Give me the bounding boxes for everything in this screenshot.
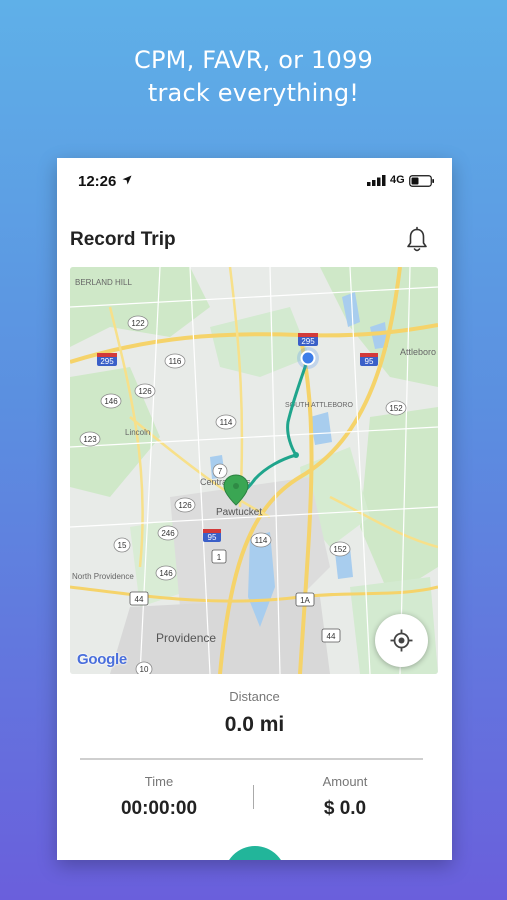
svg-text:295: 295 [301,337,315,346]
amount-label: Amount [322,774,368,789]
time-label: Time [144,774,174,789]
network-type: 4G [390,174,405,186]
svg-text:7: 7 [218,467,223,476]
svg-text:95: 95 [208,533,217,542]
crosshair-locate-icon [390,629,413,652]
svg-text:North Providence: North Providence [72,572,134,581]
svg-text:114: 114 [220,418,233,427]
trip-map[interactable]: 122 295 116 126 146 123 114 7 126 246 95… [70,267,438,674]
svg-text:1A: 1A [300,596,310,605]
time-stat: Time 00:00:00 [79,774,239,820]
svg-text:146: 146 [104,397,118,406]
svg-text:246: 246 [161,529,175,538]
svg-text:152: 152 [333,545,347,554]
svg-text:Pawtucket: Pawtucket [216,507,262,518]
svg-text:SOUTH ATTLEBORO: SOUTH ATTLEBORO [285,402,353,409]
battery-icon [409,175,434,187]
amount-stat: Amount $ 0.0 [265,774,425,820]
svg-text:Providence: Providence [156,631,216,645]
distance-value: 0.0 mi [224,713,285,736]
svg-text:Attleboro: Attleboro [400,347,436,357]
svg-text:Lincoln: Lincoln [125,428,150,437]
svg-text:10: 10 [140,665,149,674]
svg-text:BERLAND HILL: BERLAND HILL [75,278,132,287]
svg-text:146: 146 [159,569,173,578]
svg-text:122: 122 [131,319,145,328]
locate-me-button[interactable] [375,614,428,667]
svg-text:114: 114 [255,536,268,545]
stats-separator [253,785,254,809]
page-title: Record Trip [70,229,176,250]
svg-text:44: 44 [135,595,144,604]
status-bar: 12:26 4G [57,158,452,204]
location-arrow-icon [122,175,132,185]
svg-text:123: 123 [83,435,97,444]
svg-text:95: 95 [365,357,374,366]
amount-value: $ 0.0 [323,798,367,819]
promo-headline: CPM, FAVR, or 1099 track everything! [0,44,507,110]
svg-text:1: 1 [217,553,222,562]
map-canvas: 122 295 116 126 146 123 114 7 126 246 95… [70,267,438,674]
time-value: 00:00:00 [120,798,198,819]
status-time: 12:26 [78,173,117,190]
google-attribution: Google [77,651,127,668]
svg-text:44: 44 [327,632,336,641]
svg-text:126: 126 [178,501,192,510]
distance-label: Distance [229,689,280,704]
phone-screen: 12:26 4G Record Trip 122 295 116 126 146… [57,158,452,860]
promo-line-1: CPM, FAVR, or 1099 [134,46,373,74]
svg-text:152: 152 [389,404,403,413]
signal-bars-icon [367,175,386,186]
divider [80,758,423,760]
svg-text:295: 295 [100,357,114,366]
svg-text:126: 126 [138,387,152,396]
svg-text:116: 116 [169,357,182,366]
svg-text:15: 15 [118,541,127,550]
promo-line-2: track everything! [147,79,360,107]
bell-icon[interactable] [404,226,430,254]
start-trip-button[interactable] [224,846,286,860]
